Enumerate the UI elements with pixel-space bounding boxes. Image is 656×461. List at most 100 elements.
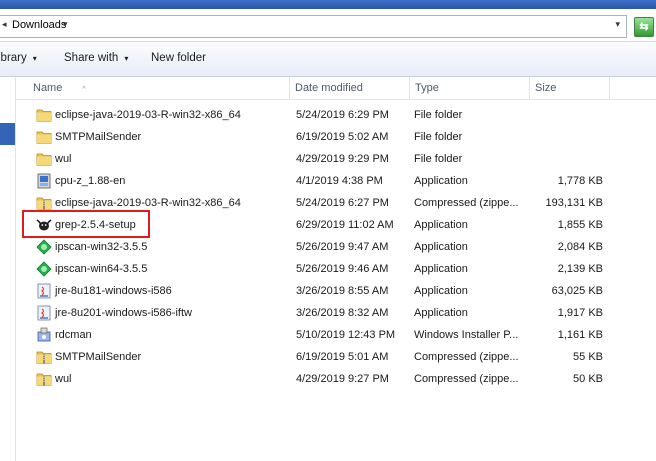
folder-icon	[36, 129, 52, 145]
new-folder-label: New folder	[151, 52, 206, 64]
file-date-modified: 6/29/2019 11:02 AM	[296, 219, 394, 231]
file-type: Application	[414, 175, 468, 187]
file-size: 193,131 KB	[545, 197, 604, 209]
folder-icon	[36, 107, 52, 123]
sort-indicator-icon: ^	[82, 86, 86, 93]
file-date-modified: 4/29/2019 9:27 PM	[296, 373, 389, 385]
breadcrumb-dropdown-icon[interactable]: ▾	[63, 19, 68, 30]
file-name: rdcman	[55, 329, 92, 341]
address-box[interactable]: ◂ Downloads ▾ ▾	[0, 15, 627, 38]
file-name: wul	[55, 373, 72, 385]
file-date-modified: 5/26/2019 9:46 AM	[296, 263, 389, 275]
file-type: Application	[414, 263, 468, 275]
file-name: cpu-z_1.88-en	[55, 175, 126, 187]
file-date-modified: 4/1/2019 4:38 PM	[296, 175, 383, 187]
file-size: 63,025 KB	[551, 285, 603, 297]
file-type: Windows Installer P...	[414, 329, 519, 341]
file-type: Application	[414, 219, 468, 231]
file-row[interactable]: jre-8u201-windows-i586-iftw 3/26/2019 8:3…	[16, 302, 656, 324]
include-in-library-button[interactable]: ibrary ▾	[0, 52, 37, 64]
file-size: 2,139 KB	[557, 263, 603, 275]
file-size: 1,855 KB	[557, 219, 603, 231]
file-name: jre-8u201-windows-i586-iftw	[55, 307, 192, 319]
column-header-size[interactable]: Size	[530, 77, 610, 99]
file-list: eclipse-java-2019-03-R-win32-x86_64 5/24/…	[16, 104, 656, 390]
column-name-label: Name	[33, 82, 63, 94]
chevron-down-icon: ▾	[124, 54, 129, 63]
file-name: SMTPMailSender	[55, 131, 142, 143]
new-folder-button[interactable]: New folder	[151, 52, 206, 64]
file-date-modified: 5/26/2019 9:47 AM	[296, 241, 389, 253]
file-type: File folder	[414, 131, 463, 143]
java-installer-icon	[36, 305, 52, 321]
navigation-pane	[0, 77, 16, 461]
navigation-selected-item[interactable]	[0, 123, 15, 145]
column-header-name[interactable]: Name ^	[16, 77, 290, 99]
cpuz-app-icon	[36, 173, 52, 189]
window-title-strip	[0, 0, 656, 9]
file-size: 1,161 KB	[557, 329, 603, 341]
file-type: Compressed (zippe...	[414, 197, 519, 209]
column-header: Name ^ Date modified Type Size	[16, 77, 656, 100]
file-type: Application	[414, 307, 468, 319]
file-name: ipscan-win64-3.5.5	[55, 263, 148, 275]
file-type: File folder	[414, 153, 463, 165]
address-history-dropdown-icon[interactable]: ▾	[615, 19, 620, 30]
file-date-modified: 6/19/2019 5:01 AM	[296, 351, 389, 363]
ipscan-icon	[36, 261, 52, 277]
column-type-label: Type	[415, 82, 439, 94]
chevron-down-icon: ▾	[32, 54, 37, 63]
zip-folder-icon	[36, 195, 52, 211]
file-name: wul	[55, 153, 72, 165]
column-date-label: Date modified	[295, 82, 363, 94]
file-type: Compressed (zippe...	[414, 351, 519, 363]
ipscan-icon	[36, 239, 52, 255]
file-row[interactable]: SMTPMailSender 6/19/2019 5:01 AM Compresse…	[16, 346, 656, 368]
file-type: File folder	[414, 109, 463, 121]
address-bar: ◂ Downloads ▾ ▾ ⇆	[0, 9, 656, 42]
file-size: 2,084 KB	[557, 241, 603, 253]
file-row[interactable]: ipscan-win64-3.5.5 5/26/2019 9:46 AM Appli…	[16, 258, 656, 280]
file-row[interactable]: SMTPMailSender 6/19/2019 5:02 AM File fold…	[16, 126, 656, 148]
file-date-modified: 3/26/2019 8:32 AM	[296, 307, 389, 319]
share-with-button[interactable]: Share with ▾	[64, 52, 128, 64]
file-date-modified: 5/24/2019 6:29 PM	[296, 109, 389, 121]
column-header-type[interactable]: Type	[410, 77, 530, 99]
refresh-icon[interactable]: ⇆	[634, 17, 654, 37]
file-size: 1,778 KB	[557, 175, 603, 187]
file-type: Application	[414, 285, 468, 297]
zip-folder-icon	[36, 349, 52, 365]
file-row[interactable]: wul 4/29/2019 9:27 PM Compressed (zippe...…	[16, 368, 656, 390]
file-row[interactable]: rdcman 5/10/2019 12:43 PM Windows Installe…	[16, 324, 656, 346]
breadcrumb-downloads[interactable]: Downloads	[12, 19, 66, 31]
highlight-box	[22, 210, 150, 238]
file-type: Compressed (zippe...	[414, 373, 519, 385]
file-size: 55 KB	[573, 351, 603, 363]
file-row[interactable]: ipscan-win32-3.5.5 5/26/2019 9:47 AM Appli…	[16, 236, 656, 258]
column-header-date[interactable]: Date modified	[290, 77, 410, 99]
file-row[interactable]: jre-8u181-windows-i586 3/26/2019 8:55 AM A…	[16, 280, 656, 302]
include-in-library-label: ibrary	[0, 52, 27, 64]
file-date-modified: 4/29/2019 9:29 PM	[296, 153, 389, 165]
file-row[interactable]: wul 4/29/2019 9:29 PM File folder	[16, 148, 656, 170]
file-type: Application	[414, 241, 468, 253]
file-date-modified: 3/26/2019 8:55 AM	[296, 285, 389, 297]
share-with-label: Share with	[64, 52, 119, 64]
msi-package-icon	[36, 327, 52, 343]
file-date-modified: 6/19/2019 5:02 AM	[296, 131, 389, 143]
file-size: 50 KB	[573, 373, 603, 385]
file-row[interactable]: eclipse-java-2019-03-R-win32-x86_64 5/24/…	[16, 104, 656, 126]
zip-folder-icon	[36, 371, 52, 387]
file-size: 1,917 KB	[557, 307, 603, 319]
file-row[interactable]: cpu-z_1.88-en 4/1/2019 4:38 PM Application…	[16, 170, 656, 192]
file-name: SMTPMailSender	[55, 351, 142, 363]
java-installer-icon	[36, 283, 52, 299]
file-name: ipscan-win32-3.5.5	[55, 241, 148, 253]
column-size-label: Size	[535, 82, 557, 94]
command-toolbar: ibrary ▾ Share with ▾ New folder	[0, 42, 656, 77]
file-name: jre-8u181-windows-i586	[55, 285, 172, 297]
file-name: eclipse-java-2019-03-R-win32-x86_64	[55, 109, 241, 121]
breadcrumb-back-arrow[interactable]: ◂	[2, 19, 7, 30]
file-date-modified: 5/10/2019 12:43 PM	[296, 329, 396, 341]
file-date-modified: 5/24/2019 6:27 PM	[296, 197, 389, 209]
